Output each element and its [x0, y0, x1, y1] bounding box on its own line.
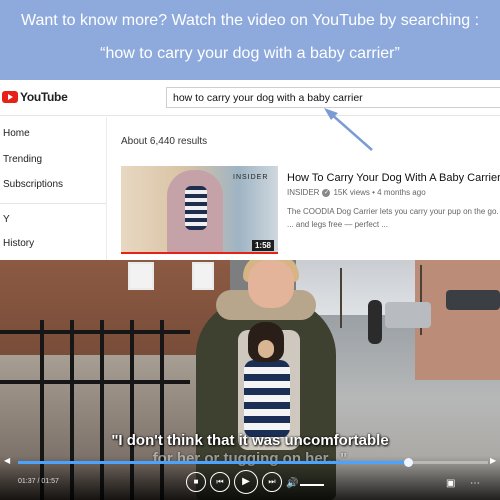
play-icon[interactable]: ▶: [234, 470, 258, 494]
youtube-search-page: YouTube how to carry your dog with a bab…: [0, 80, 500, 260]
youtube-play-icon: [2, 91, 18, 103]
scene-car: [385, 302, 431, 328]
fullscreen-icon[interactable]: ▣: [446, 478, 455, 489]
video-views-age: 15K views • 4 months ago: [333, 188, 426, 197]
next-icon[interactable]: ⏭: [262, 472, 282, 492]
woman-face: [248, 260, 294, 308]
youtube-logo-text: YouTube: [20, 90, 68, 104]
sidebar-divider: [0, 203, 106, 204]
sidebar-item-history[interactable]: History: [3, 238, 34, 249]
subtitle-line-1: "I don't think that it was uncomfortable: [111, 432, 389, 449]
scene-window: [128, 262, 154, 290]
search-input[interactable]: how to carry your dog with a baby carrie…: [166, 87, 500, 108]
sidebar-item-home[interactable]: Home: [3, 128, 30, 139]
settings-icon[interactable]: ⋯: [470, 478, 480, 489]
iron-fence-rail: [0, 380, 190, 384]
dog-face: [258, 340, 274, 358]
channel-name[interactable]: INSIDER: [287, 188, 319, 197]
playback-time: 01:37 / 01:57: [18, 478, 59, 485]
youtube-header: YouTube how to carry your dog with a bab…: [0, 80, 500, 116]
volume-slider[interactable]: [300, 484, 324, 486]
scene-window: [192, 262, 214, 290]
youtube-logo[interactable]: YouTube: [2, 90, 68, 104]
sidebar-item-trending[interactable]: Trending: [3, 154, 42, 165]
verified-check-icon: ✓: [322, 188, 331, 197]
stop-icon[interactable]: ■: [186, 472, 206, 492]
forward-icon[interactable]: ▶: [490, 456, 496, 465]
seek-bar-handle[interactable]: [404, 458, 414, 467]
seek-bar[interactable]: [18, 458, 488, 467]
promo-banner: Want to know more? Watch the video on Yo…: [0, 0, 500, 80]
scene-tree: [340, 268, 342, 328]
previous-icon[interactable]: ⏮: [210, 472, 230, 492]
sidebar-item-library[interactable]: Y: [3, 214, 10, 225]
player-controls: ◀ ▶ 01:37 / 01:57 ■ ⏮ ▶ ⏭ 🔊 ▣ ⋯: [0, 456, 500, 500]
video-meta: INSIDER ✓ 15K views • 4 months ago: [287, 188, 426, 197]
results-count: About 6,440 results: [121, 136, 208, 147]
watched-progress-bar: [121, 252, 278, 254]
seek-bar-fill: [18, 461, 409, 464]
sidebar: Home Trending Subscriptions Y History: [0, 117, 107, 260]
banner-line-1: Want to know more? Watch the video on Yo…: [20, 12, 480, 29]
scene-car: [446, 290, 500, 310]
volume-icon[interactable]: 🔊: [286, 478, 298, 489]
dog-striped-sweater: [244, 360, 290, 438]
thumbnail-dog: [185, 186, 207, 230]
video-thumbnail[interactable]: INSIDER 1:58: [121, 166, 278, 254]
thumbnail-brand: INSIDER: [233, 174, 269, 181]
scene-pedestrian: [368, 300, 382, 344]
iron-fence-rail: [0, 330, 190, 334]
rewind-icon[interactable]: ◀: [4, 456, 10, 465]
video-duration: 1:58: [251, 240, 274, 251]
banner-line-2: “how to carry your dog with a baby carri…: [100, 45, 400, 62]
video-description: The COODIA Dog Carrier lets you carry yo…: [287, 207, 499, 229]
video-player[interactable]: "I don't think that it was uncomfortable…: [0, 260, 500, 500]
video-title[interactable]: How To Carry Your Dog With A Baby Carrie…: [287, 172, 500, 184]
sidebar-item-subscriptions[interactable]: Subscriptions: [3, 179, 63, 190]
